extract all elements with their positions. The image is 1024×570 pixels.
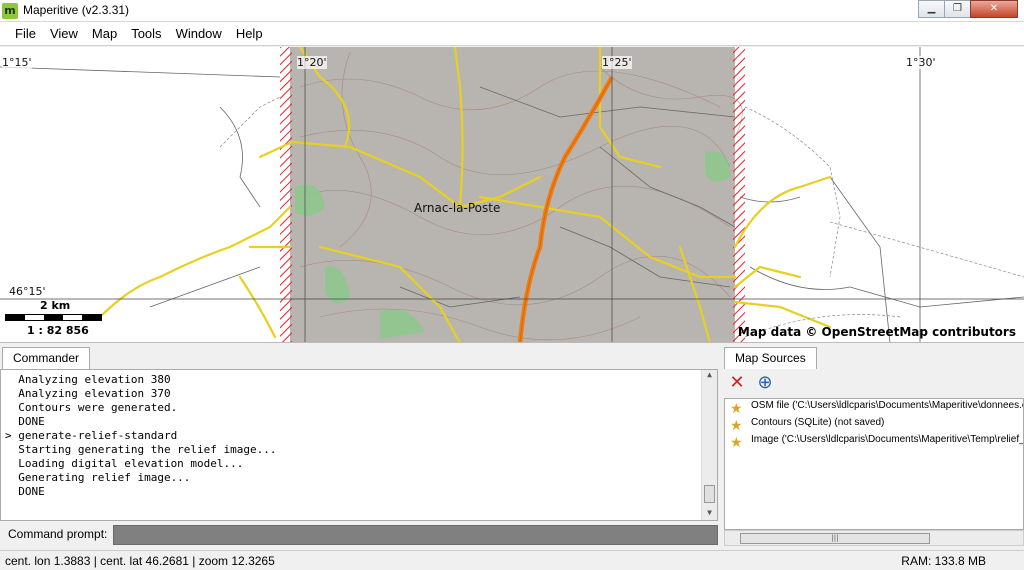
star-icon: ★ <box>730 417 743 433</box>
star-icon: ★ <box>730 400 743 416</box>
output-line: Starting generating the relief image... <box>5 443 277 456</box>
map-canvas <box>0 47 1024 342</box>
scale-ratio: 1 : 82 856 <box>27 324 89 337</box>
close-button[interactable]: ✕ <box>970 0 1018 18</box>
minimize-button[interactable]: ▁ <box>918 0 945 18</box>
command-prompt-row: Command prompt: <box>0 524 720 546</box>
commander-panel: Commander Analyzing elevation 380 Analyz… <box>0 347 720 547</box>
commander-output: Analyzing elevation 380 Analyzing elevat… <box>0 369 718 521</box>
list-item[interactable]: ★ OSM file ('C:\Users\ldlcparis\Document… <box>725 400 1023 416</box>
scroll-thumb[interactable] <box>704 485 715 503</box>
lon-label-2: 1°20' <box>297 56 327 69</box>
lon-label-3: 1°25' <box>602 56 632 69</box>
relief-image-area <box>290 47 735 342</box>
list-item[interactable]: ★ Contours (SQLite) (not saved) <box>725 417 1023 433</box>
tab-map-sources[interactable]: Map Sources <box>724 347 817 369</box>
maperitive-app-icon: m <box>2 3 18 19</box>
output-line: DONE <box>5 415 45 428</box>
output-line: Analyzing elevation 380 <box>5 373 171 386</box>
source-label: OSM file ('C:\Users\ldlcparis\Documents\… <box>751 400 1024 411</box>
menu-tools[interactable]: Tools <box>124 22 168 45</box>
scale-distance: 2 km <box>40 299 71 312</box>
output-line: > generate-relief-standard <box>5 429 178 442</box>
output-scrollbar[interactable]: ▲ ▼ <box>701 370 717 520</box>
star-icon: ★ <box>730 434 743 450</box>
status-bar: cent. lon 1.3883 | cent. lat 46.2681 | z… <box>0 550 1024 570</box>
lat-label: 46°15' <box>9 285 46 298</box>
zoom-to-source-icon[interactable]: ⊕ <box>754 373 776 395</box>
sources-horizontal-scrollbar[interactable]: ||| <box>724 530 1024 546</box>
town-label: Arnac-la-Poste <box>414 201 501 215</box>
map-attribution: Map data © OpenStreetMap contributors <box>737 325 1016 339</box>
scale-graphic <box>5 314 102 321</box>
list-item[interactable]: ★ Image ('C:\Users\ldlcparis\Documents\M… <box>725 434 1023 450</box>
boundary-hatch-right <box>733 47 745 342</box>
lon-label-1: 1°15' <box>2 56 32 69</box>
menu-view[interactable]: View <box>43 22 85 45</box>
tab-commander[interactable]: Commander <box>2 347 91 369</box>
output-line: Generating relief image... <box>5 471 191 484</box>
command-prompt-label: Command prompt: <box>8 527 108 541</box>
window-title: Maperitive (v2.3.31) <box>23 3 130 17</box>
menu-bar: File View Map Tools Window Help <box>0 22 1024 46</box>
output-line: Analyzing elevation 370 <box>5 387 171 400</box>
map-sources-toolbar: ✕ ⊕ <box>724 369 1024 397</box>
output-line: Contours were generated. <box>5 401 178 414</box>
menu-window[interactable]: Window <box>169 22 229 45</box>
source-label: Contours (SQLite) (not saved) <box>751 417 885 428</box>
menu-map[interactable]: Map <box>85 22 124 45</box>
source-label: Image ('C:\Users\ldlcparis\Documents\Map… <box>751 434 1024 445</box>
scroll-down-icon[interactable]: ▼ <box>702 508 717 520</box>
map-sources-panel: Map Sources ✕ ⊕ ★ OSM file ('C:\Users\ld… <box>724 347 1024 547</box>
menu-file[interactable]: File <box>8 22 43 45</box>
scroll-up-icon[interactable]: ▲ <box>702 370 717 382</box>
menu-help[interactable]: Help <box>229 22 270 45</box>
status-ram: RAM: 133.8 MB <box>901 554 986 568</box>
scroll-thumb[interactable]: ||| <box>740 533 930 544</box>
map-sources-list: ★ OSM file ('C:\Users\ldlcparis\Document… <box>724 398 1024 530</box>
lon-label-4: 1°30' <box>906 56 936 69</box>
maximize-button[interactable]: ❐ <box>944 0 971 18</box>
boundary-hatch-left <box>280 47 292 342</box>
map-view[interactable]: 1°15' 1°20' 1°25' 1°30' 46°15' Arnac-la-… <box>0 47 1024 343</box>
title-bar: m Maperitive (v2.3.31) ▁ ❐ ✕ <box>0 0 1024 22</box>
command-prompt-input[interactable] <box>113 525 718 545</box>
status-coordinates: cent. lon 1.3883 | cent. lat 46.2681 | z… <box>5 554 275 568</box>
output-line: DONE <box>5 485 45 498</box>
output-line: Loading digital elevation model... <box>5 457 244 470</box>
remove-source-icon[interactable]: ✕ <box>726 373 748 395</box>
